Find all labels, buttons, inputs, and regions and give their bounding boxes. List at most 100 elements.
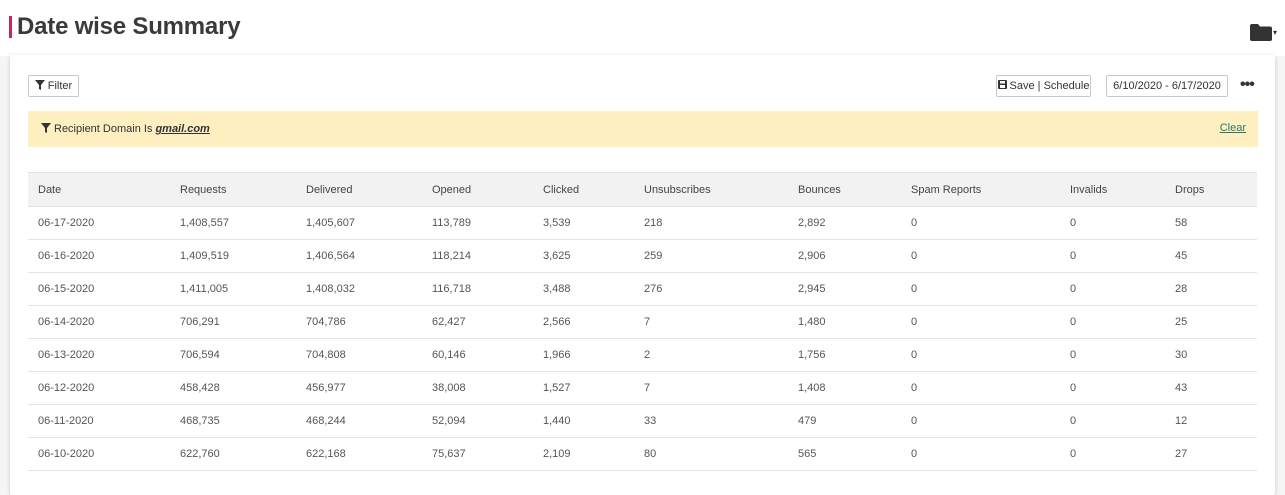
- table-cell: 0: [1060, 272, 1165, 306]
- column-header-opened[interactable]: Opened: [422, 172, 533, 207]
- table-cell: 468,244: [296, 404, 422, 438]
- table-cell: 259: [634, 239, 788, 273]
- table-row: 06-13-2020 706,594 704,808 60,146 1,966 2 1,75…: [28, 338, 1257, 372]
- table-row: 06-12-2020 458,428 456,977 38,008 1,527 7 1,40…: [28, 371, 1257, 405]
- column-header-invalids[interactable]: Invalids: [1060, 172, 1165, 207]
- folder-menu-button[interactable]: ▾: [1249, 24, 1277, 41]
- clear-filter-link[interactable]: Clear: [1220, 122, 1246, 134]
- table-cell: 2,109: [533, 437, 634, 471]
- filter-icon: [41, 122, 54, 136]
- filter-button[interactable]: Filter: [28, 75, 79, 97]
- table-cell: 468,735: [170, 404, 296, 438]
- date-range-value: 6/10/2020 - 6/17/2020: [1113, 80, 1221, 92]
- table-cell: 1,405,607: [296, 206, 422, 240]
- table-cell: 27: [1165, 437, 1257, 471]
- table-cell: 704,786: [296, 305, 422, 339]
- table-body: 06-17-2020 1,408,557 1,405,607 113,789 3,539…: [28, 206, 1257, 471]
- table-cell: 30: [1165, 338, 1257, 372]
- table-cell: 06-14-2020: [28, 305, 170, 339]
- table-cell: 1,406,564: [296, 239, 422, 273]
- filter-icon: [34, 79, 48, 93]
- table-cell: 0: [1060, 305, 1165, 339]
- table-cell: 33: [634, 404, 788, 438]
- table-cell: 118,214: [422, 239, 533, 273]
- date-range-picker[interactable]: 6/10/2020 - 6/17/2020: [1106, 75, 1228, 97]
- table-cell: 06-17-2020: [28, 206, 170, 240]
- table-cell: 0: [901, 371, 1060, 405]
- table-cell: 1,411,005: [170, 272, 296, 306]
- table-cell: 458,428: [170, 371, 296, 405]
- table-cell: 1,756: [788, 338, 901, 372]
- column-header-requests[interactable]: Requests: [170, 172, 296, 207]
- table-cell: 0: [1060, 371, 1165, 405]
- table-cell: 622,760: [170, 437, 296, 471]
- chevron-down-icon: ▾: [1272, 28, 1277, 37]
- save-schedule-button[interactable]: Save | Schedule: [996, 75, 1091, 97]
- table-cell: 0: [1060, 206, 1165, 240]
- table-cell: 12: [1165, 404, 1257, 438]
- table-cell: 1,440: [533, 404, 634, 438]
- table-cell: 113,789: [422, 206, 533, 240]
- table-cell: 45: [1165, 239, 1257, 273]
- table-cell: 62,427: [422, 305, 533, 339]
- table-cell: 28: [1165, 272, 1257, 306]
- table-cell: 2,566: [533, 305, 634, 339]
- table-cell: 06-10-2020: [28, 437, 170, 471]
- table-cell: 3,625: [533, 239, 634, 273]
- column-header-date[interactable]: Date: [28, 172, 170, 207]
- active-filter-banner: Recipient Domain Is gmail.com Clear: [28, 111, 1258, 147]
- table-cell: 06-15-2020: [28, 272, 170, 306]
- table-cell: 0: [901, 404, 1060, 438]
- table-cell: 0: [901, 272, 1060, 306]
- table-cell: 0: [1060, 437, 1165, 471]
- table-cell: 0: [901, 338, 1060, 372]
- table-cell: 7: [634, 305, 788, 339]
- title-wrap: Date wise Summary: [9, 13, 241, 41]
- table-cell: 7: [634, 371, 788, 405]
- table-cell: 116,718: [422, 272, 533, 306]
- table-cell: 06-11-2020: [28, 404, 170, 438]
- table-row: 06-11-2020 468,735 468,244 52,094 1,440 33 479…: [28, 404, 1257, 438]
- table-cell: 479: [788, 404, 901, 438]
- table-cell: 456,977: [296, 371, 422, 405]
- table-cell: 1,408: [788, 371, 901, 405]
- table-cell: 1,408,032: [296, 272, 422, 306]
- table-cell: 3,488: [533, 272, 634, 306]
- table-cell: 52,094: [422, 404, 533, 438]
- table-cell: 58: [1165, 206, 1257, 240]
- column-header-spam-reports[interactable]: Spam Reports: [901, 172, 1060, 207]
- table-cell: 25: [1165, 305, 1257, 339]
- more-options-icon[interactable]: •••: [1240, 76, 1255, 94]
- table-header-row: Date Requests Delivered Opened Clicked Unsubs…: [28, 172, 1257, 207]
- table-cell: 706,594: [170, 338, 296, 372]
- table-cell: 1,527: [533, 371, 634, 405]
- table-cell: 1,409,519: [170, 239, 296, 273]
- table-cell: 2,892: [788, 206, 901, 240]
- save-icon: [997, 80, 1010, 92]
- table-cell: 2: [634, 338, 788, 372]
- table-cell: 0: [901, 437, 1060, 471]
- table-row: 06-17-2020 1,408,557 1,405,607 113,789 3,539…: [28, 206, 1257, 240]
- filter-button-label: Filter: [47, 80, 73, 92]
- table-cell: 0: [901, 239, 1060, 273]
- table-cell: 0: [901, 305, 1060, 339]
- table-cell: 06-13-2020: [28, 338, 170, 372]
- column-header-drops[interactable]: Drops: [1165, 172, 1257, 207]
- table-cell: 1,408,557: [170, 206, 296, 240]
- page-title: Date wise Summary: [17, 13, 241, 40]
- table-cell: 06-12-2020: [28, 371, 170, 405]
- table-row: 06-14-2020 706,291 704,786 62,427 2,566 7 1,48…: [28, 305, 1257, 339]
- table-cell: 704,808: [296, 338, 422, 372]
- title-accent-bar: [9, 16, 12, 38]
- filter-banner-value[interactable]: gmail.com: [155, 123, 209, 135]
- table-cell: 0: [1060, 338, 1165, 372]
- column-header-unsubscribes[interactable]: Unsubscribes: [634, 172, 788, 207]
- column-header-bounces[interactable]: Bounces: [788, 172, 901, 207]
- table-cell: 0: [1060, 239, 1165, 273]
- table-cell: 2,945: [788, 272, 901, 306]
- column-header-clicked[interactable]: Clicked: [533, 172, 634, 207]
- table-cell: 1,966: [533, 338, 634, 372]
- table-cell: 80: [634, 437, 788, 471]
- column-header-delivered[interactable]: Delivered: [296, 172, 422, 207]
- table-cell: 1,480: [788, 305, 901, 339]
